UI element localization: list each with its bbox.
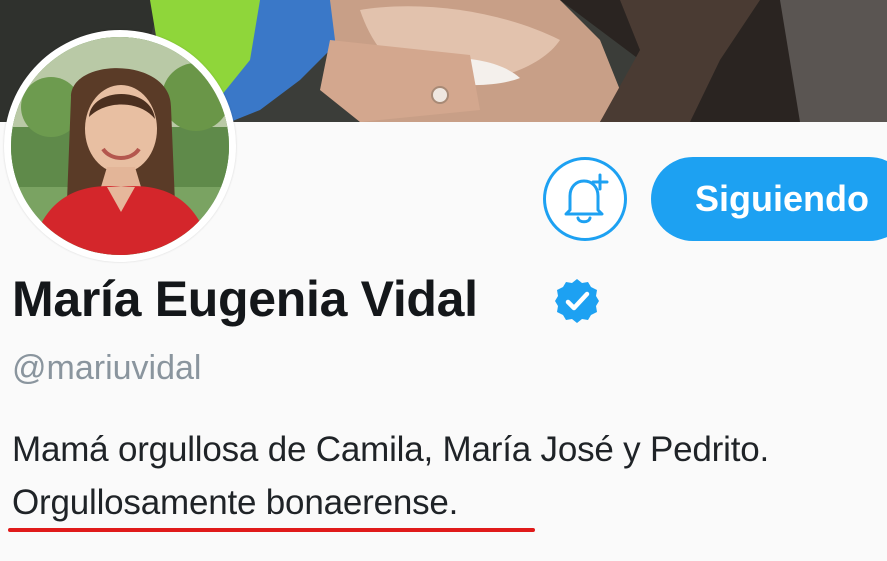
profile-page: Siguiendo María Eugenia Vidal @mariuvida… [0,0,887,561]
bio-line-1: Mamá orgullosa de Camila, María José y P… [12,430,770,469]
avatar[interactable] [11,37,229,255]
display-name: María Eugenia Vidal [12,271,478,327]
bio-line-2: Orgullosamente bonaerense. [12,483,459,522]
red-underline-annotation [8,528,535,532]
notifications-bell-button[interactable] [543,157,627,241]
verified-badge-icon [555,279,599,323]
following-button[interactable]: Siguiendo [651,157,887,241]
user-handle: @mariuvidal [12,349,202,387]
avatar-photo [11,37,229,255]
bell-plus-icon [564,173,609,224]
